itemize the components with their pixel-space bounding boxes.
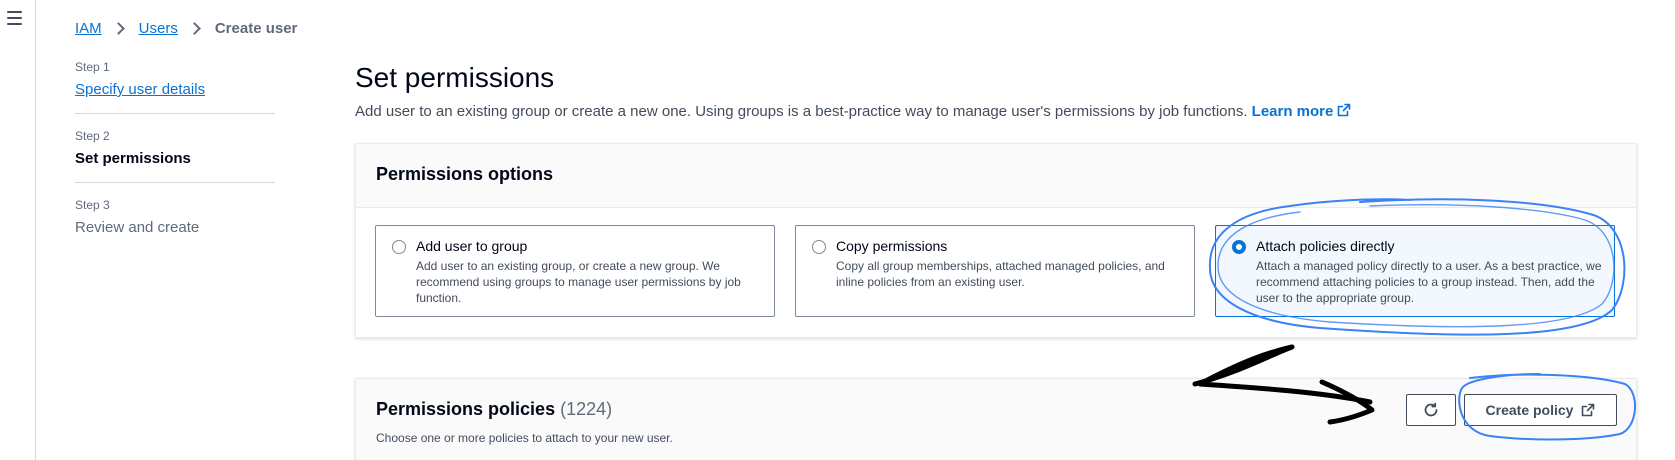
permissions-policies-title-text: Permissions policies (376, 399, 556, 419)
tile-description: Add user to an existing group, or create… (416, 259, 741, 305)
radio-copy-permissions[interactable] (812, 240, 826, 254)
page-title: Set permissions (355, 62, 555, 93)
tile-title: Add user to group (416, 238, 528, 254)
wizard-step-2: Step 2 Set permissions (75, 129, 275, 183)
breadcrumb-users[interactable]: Users (139, 20, 178, 37)
step-current-set-permissions: Set permissions (75, 150, 191, 167)
tile-attach-policies-directly[interactable]: Attach policies directly Attach a manage… (1215, 225, 1615, 317)
breadcrumb-iam[interactable]: IAM (75, 20, 102, 37)
wizard-step-1: Step 1 Specify user details (75, 60, 275, 114)
hamburger-menu-icon[interactable] (7, 11, 22, 25)
permissions-policies-title: Permissions policies (1224) (376, 399, 612, 420)
external-link-icon (1338, 103, 1351, 117)
tile-title: Attach policies directly (1256, 238, 1395, 254)
permissions-policies-panel: Permissions policies (1224) Choose one o… (355, 378, 1637, 460)
refresh-icon (1424, 402, 1438, 417)
create-policy-label: Create policy (1485, 402, 1574, 418)
tile-content: Copy permissions Copy all group membersh… (836, 238, 1182, 316)
breadcrumb: IAM Users Create user (75, 20, 297, 37)
step-review-and-create: Review and create (75, 219, 200, 236)
tile-content: Add user to group Add user to an existin… (416, 238, 762, 316)
chevron-right-icon (111, 22, 125, 35)
policies-count: (1224) (560, 399, 613, 419)
wizard-steps: Step 1 Specify user details Step 2 Set p… (75, 60, 275, 266)
permissions-option-tiles: Add user to group Add user to an existin… (356, 208, 1636, 317)
breadcrumb-current: Create user (214, 20, 298, 37)
permissions-policies-description: Choose one or more policies to attach to… (376, 431, 673, 445)
wizard-step-3: Step 3 Review and create (75, 198, 275, 251)
chevron-right-icon (187, 22, 201, 35)
page-description: Add user to an existing group or create … (355, 103, 1351, 120)
external-link-icon (1582, 403, 1595, 417)
step-number: Step 3 (75, 198, 110, 212)
tile-title: Copy permissions (836, 238, 948, 254)
side-navigation-rail (0, 0, 36, 460)
learn-more-label: Learn more (1251, 103, 1334, 120)
radio-attach-policies-directly[interactable] (1232, 240, 1246, 254)
radio-add-user-to-group[interactable] (392, 240, 406, 254)
step-number: Step 1 (75, 60, 110, 74)
create-policy-button[interactable]: Create policy (1464, 394, 1617, 426)
step-number: Step 2 (75, 129, 110, 143)
tile-description: Attach a managed policy directly to a us… (1256, 259, 1602, 305)
refresh-button[interactable] (1406, 394, 1456, 426)
permissions-options-panel: Permissions options Add user to group Ad… (355, 143, 1637, 338)
learn-more-link[interactable]: Learn more (1252, 103, 1352, 120)
tile-description: Copy all group memberships, attached man… (836, 259, 1165, 289)
panel-header: Permissions options (356, 144, 1636, 208)
page-description-text: Add user to an existing group or create … (355, 103, 1248, 120)
tile-add-user-to-group[interactable]: Add user to group Add user to an existin… (375, 225, 775, 317)
permissions-options-title: Permissions options (376, 164, 554, 184)
tile-copy-permissions[interactable]: Copy permissions Copy all group membersh… (795, 225, 1195, 317)
tile-content: Attach policies directly Attach a manage… (1256, 238, 1602, 316)
step-link-specify-user-details[interactable]: Specify user details (75, 81, 275, 98)
